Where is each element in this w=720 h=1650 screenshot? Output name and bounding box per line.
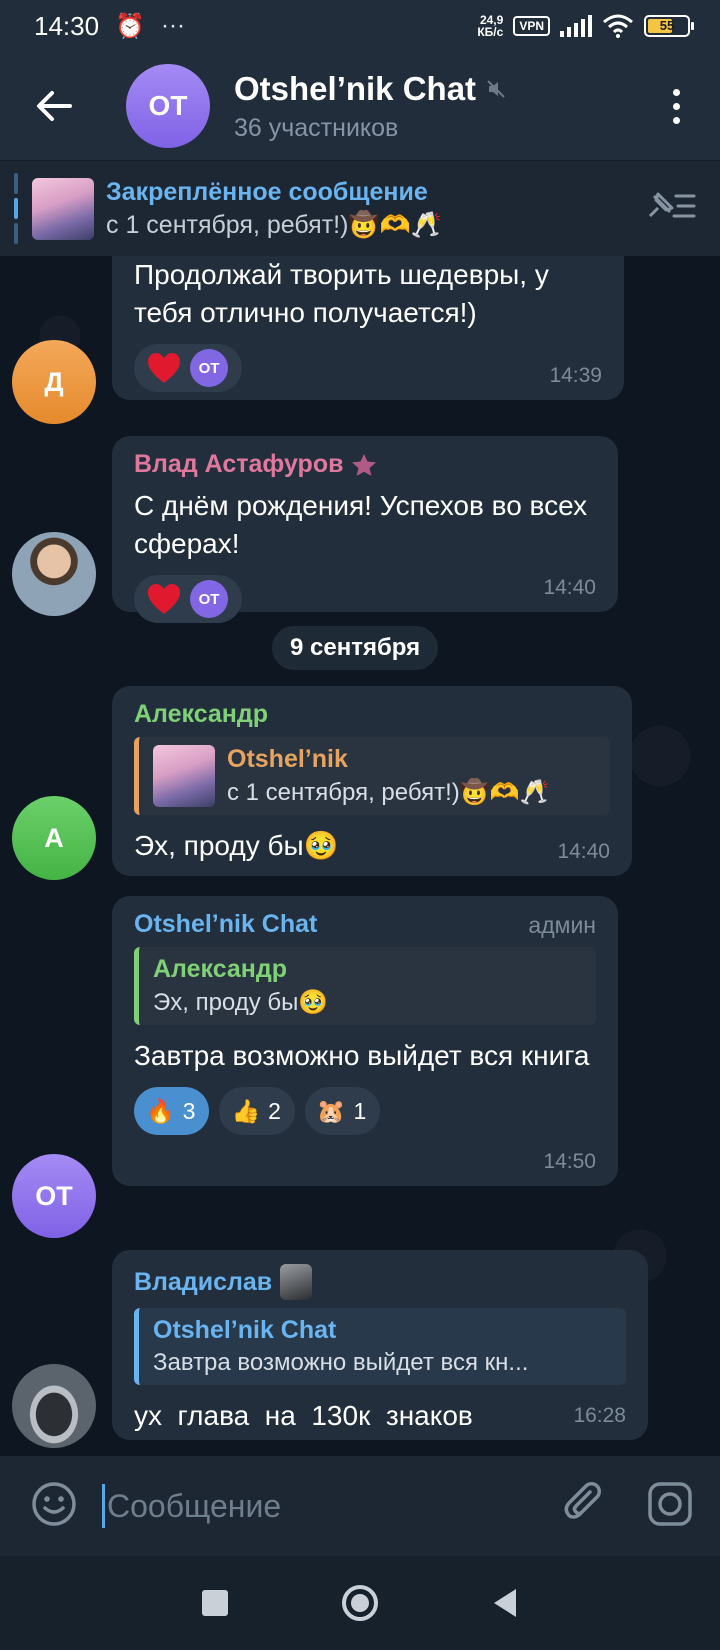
reply-thumbnail [153, 745, 215, 807]
muted-icon [487, 79, 505, 98]
reply-sender: Otshel’nik Chat [153, 1316, 337, 1344]
message-time: 14:40 [543, 576, 596, 599]
thumbs-up-icon: 👍 [231, 1097, 261, 1124]
reply-text: Эх, проду бы🥹 [153, 989, 329, 1016]
reaction-thumbs-up[interactable]: 👍 2 [219, 1087, 295, 1135]
status-bar: 14:30 ⏰ ··· 24,9 КБ/с VPN 55 [0, 0, 720, 52]
date-separator: 9 сентября [272, 626, 439, 670]
back-nav-button[interactable] [490, 1587, 520, 1619]
message-bubble[interactable]: Влад Астафуров С днём рождения! Успехов … [112, 436, 618, 623]
text-cursor [102, 1484, 105, 1528]
wifi-icon [603, 14, 633, 38]
reaction-user-avatar: OT [190, 580, 228, 618]
chat-header: OT Otshel’nik Chat 36 участников [0, 52, 720, 160]
message-bubble[interactable]: Otshel’nik Chat админ Александр Эх, прод… [112, 896, 618, 1186]
message-time: 16:28 [573, 1404, 626, 1427]
message-text: ух глава на 130к знаков [134, 1400, 473, 1431]
pinned-title: Закреплённое сообщение [106, 177, 428, 206]
reaction-count: 1 [353, 1097, 367, 1124]
system-nav-bar [0, 1556, 720, 1650]
message-text: С днём рождения! Успехов во всех сферах! [134, 490, 588, 559]
reaction-count: 2 [268, 1097, 281, 1124]
paperclip-icon [564, 1481, 601, 1519]
battery-icon: 55 [644, 15, 694, 37]
more-menu-button[interactable] [666, 88, 686, 124]
reaction-heart[interactable]: OT [134, 344, 242, 392]
home-button[interactable] [340, 1583, 380, 1623]
user-avatar[interactable]: Д [12, 340, 96, 424]
camera-icon [648, 1481, 692, 1526]
recents-button[interactable] [200, 1588, 230, 1618]
heart-icon [148, 584, 180, 614]
more-notifications-icon: ··· [160, 12, 185, 39]
user-avatar[interactable]: OT [12, 1154, 96, 1238]
reaction-hamster[interactable]: 🐹 1 [304, 1087, 381, 1135]
user-avatar[interactable]: А [12, 796, 96, 880]
reactions: OT [134, 575, 596, 623]
signal-icon [560, 15, 592, 37]
smiley-icon [32, 1481, 76, 1526]
reactions: 🔥 3 👍 2 🐹 1 [134, 1087, 596, 1135]
pin-list-icon [648, 192, 696, 218]
alarm-icon: ⏰ [115, 12, 145, 40]
pinned-thumbnail [32, 177, 94, 240]
reply-text: с 1 сентября, ребят!)🤠🫶🥂 [227, 779, 550, 806]
reaction-user-avatar: OT [190, 349, 228, 387]
user-avatar-photo[interactable] [12, 1364, 96, 1448]
vpn-icon: VPN [513, 16, 550, 36]
message-time: 14:40 [557, 840, 610, 863]
message-bubble[interactable]: Продолжай творить шедевры, у тебя отличн… [112, 256, 624, 400]
sender-name: Влад Астафуров [134, 450, 344, 478]
reaction-count: 3 [182, 1097, 196, 1124]
sender-emoji-status-icon [280, 1264, 313, 1300]
camera-button[interactable] [646, 1480, 694, 1533]
message-input-bar: Сообщение [0, 1456, 720, 1556]
reaction-fire[interactable]: 🔥 3 [134, 1087, 210, 1135]
reply-sender: Otshel’nik [227, 745, 348, 773]
attach-button[interactable] [562, 1480, 606, 1533]
message-text: Завтра возможно выйдет вся книга [134, 1040, 590, 1071]
message-list[interactable]: Продолжай творить шедевры, у тебя отличн… [0, 256, 720, 1456]
reactions: OT [134, 344, 602, 392]
reply-text: Завтра возможно выйдет вся кн... [153, 1349, 529, 1376]
reply-preview[interactable]: Александр Эх, проду бы🥹 [134, 947, 596, 1025]
sender-name: Владислав [134, 1267, 273, 1296]
hamster-icon: 🐹 [316, 1097, 346, 1124]
message-bubble[interactable]: Владислав Otshel’nik Chat Завтра возможн… [112, 1250, 648, 1440]
message-time: 14:39 [549, 364, 602, 387]
chat-info[interactable]: Otshel’nik Chat 36 участников [234, 70, 506, 143]
pinned-message-bar[interactable]: Закреплённое сообщение с 1 сентября, реб… [0, 160, 720, 256]
star-icon [352, 453, 377, 476]
heart-icon [148, 353, 180, 383]
emoji-button[interactable] [30, 1480, 78, 1533]
sender-name: Otshel’nik Chat [134, 910, 318, 938]
reply-preview[interactable]: Otshel’nik Chat Завтра возможно выйдет в… [134, 1308, 626, 1385]
admin-badge: админ [528, 912, 596, 938]
message-input[interactable]: Сообщение [107, 1488, 281, 1525]
network-speed: 24,9 КБ/с [477, 13, 504, 39]
pinned-indicator [14, 172, 18, 245]
message-bubble[interactable]: Александр Otshel’nik с 1 сентября, ребят… [112, 686, 632, 876]
arrow-left-icon [37, 91, 72, 121]
pinned-list-button[interactable] [644, 190, 696, 227]
member-count: 36 участников [234, 113, 399, 142]
chat-title: Otshel’nik Chat [234, 69, 477, 107]
message-time: 14:50 [543, 1150, 596, 1173]
pinned-text: с 1 сентября, ребят!)🤠🫶🥂 [106, 210, 442, 239]
reaction-heart[interactable]: OT [134, 575, 242, 623]
fire-icon: 🔥 [146, 1097, 175, 1124]
back-button[interactable] [24, 76, 84, 136]
message-text: Продолжай творить шедевры, у тебя отличн… [134, 259, 549, 328]
sender-name: Александр [134, 700, 269, 728]
chat-avatar[interactable]: OT [126, 64, 210, 148]
user-avatar-photo[interactable] [12, 532, 96, 616]
reply-sender: Александр [153, 955, 288, 983]
reply-preview[interactable]: Otshel’nik с 1 сентября, ребят!)🤠🫶🥂 [134, 737, 610, 815]
status-time: 14:30 [34, 10, 100, 41]
message-text: Эх, проду бы🥹 [134, 830, 339, 861]
